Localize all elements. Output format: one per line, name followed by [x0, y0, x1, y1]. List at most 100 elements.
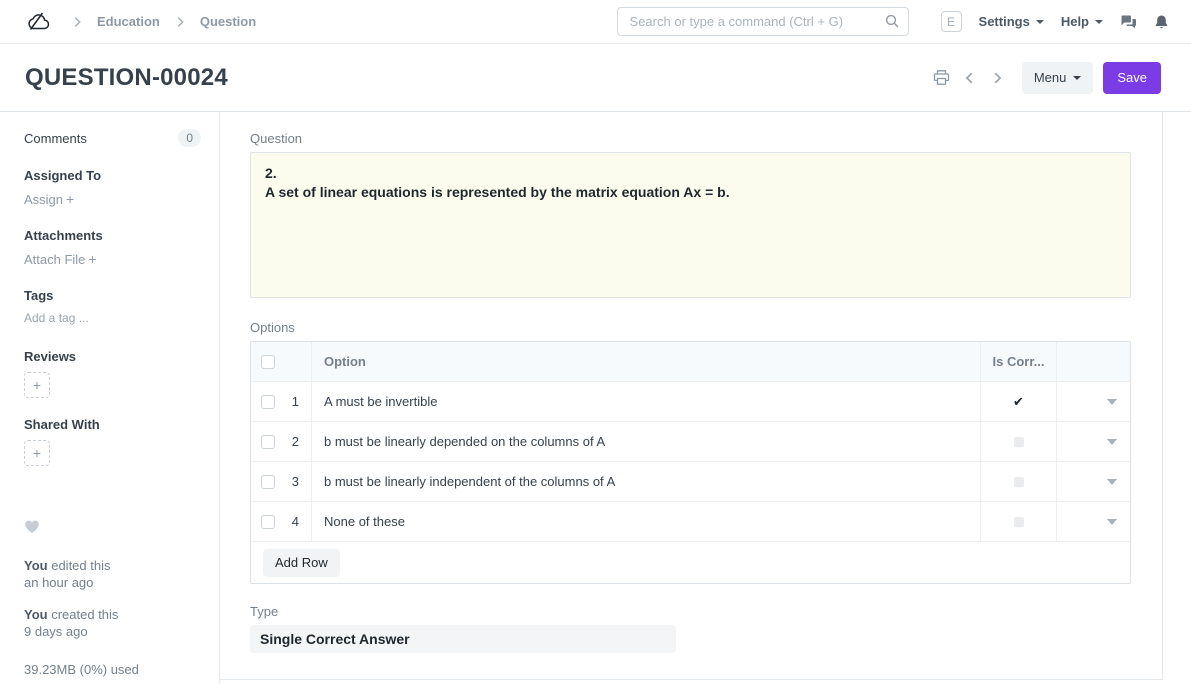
- add-row-button[interactable]: Add Row: [263, 548, 340, 577]
- is-correct-cell[interactable]: [981, 462, 1057, 501]
- add-review-button[interactable]: +: [24, 372, 50, 398]
- option-cell[interactable]: A must be invertible: [312, 382, 981, 421]
- row-checkbox[interactable]: [261, 514, 275, 529]
- menu-button[interactable]: Menu: [1021, 61, 1094, 94]
- chevron-down-icon: [1095, 19, 1103, 24]
- comments-label: Comments: [24, 130, 87, 146]
- timestamp: an hour ago: [24, 575, 94, 590]
- search-icon[interactable]: [884, 13, 900, 29]
- next-record-icon[interactable]: [990, 71, 1004, 85]
- chevron-down-icon: [1035, 19, 1044, 24]
- attach-file-label: Attach File: [24, 252, 86, 267]
- option-text: A must be invertible: [324, 394, 438, 409]
- row-checkbox[interactable]: [261, 434, 275, 449]
- row-dropdown-icon: [1107, 398, 1117, 405]
- row-actions-cell[interactable]: [1057, 382, 1130, 421]
- menu-button-label: Menu: [1033, 70, 1067, 85]
- row-checkbox[interactable]: [261, 474, 275, 489]
- app-logo-icon[interactable]: [26, 12, 52, 31]
- column-header-option: Option: [312, 342, 981, 381]
- assign-button[interactable]: Assign +: [24, 191, 201, 207]
- breadcrumb-question[interactable]: Question: [200, 14, 256, 29]
- tags-heading: Tags: [24, 288, 54, 303]
- plus-icon: +: [66, 191, 75, 207]
- is-correct-cell[interactable]: [981, 422, 1057, 461]
- chevron-down-icon: [1073, 75, 1082, 80]
- activity-created: You created this 9 days ago: [24, 606, 201, 640]
- assign-label: Assign: [24, 192, 64, 207]
- actor: You: [24, 607, 48, 622]
- form-main-section: Question 2. A set of linear equations is…: [220, 112, 1163, 680]
- is-correct-check-icon: [1013, 393, 1024, 411]
- row-checkbox[interactable]: [261, 394, 275, 409]
- sidebar-item-comments[interactable]: Comments 0: [24, 129, 201, 147]
- navbar-right: E Settings Help: [940, 11, 1169, 32]
- global-search: [616, 7, 909, 36]
- help-menu[interactable]: Help: [1061, 14, 1103, 29]
- reviews-heading: Reviews: [24, 349, 77, 364]
- row-dropdown-icon: [1107, 438, 1117, 445]
- page-title: QUESTION-00024: [25, 63, 228, 91]
- attach-file-button[interactable]: Attach File +: [24, 251, 201, 267]
- page-body: Comments 0 Assigned To Assign + Attachmen…: [0, 112, 1191, 684]
- option-text: None of these: [324, 514, 405, 529]
- like-heart-icon[interactable]: [24, 519, 201, 534]
- is-correct-check-icon: [1013, 476, 1024, 487]
- option-cell[interactable]: b must be linearly independent of the co…: [312, 462, 981, 501]
- column-header-is-correct: Is Corr...: [981, 342, 1057, 381]
- search-input[interactable]: [616, 7, 909, 36]
- question-line: A set of linear equations is represented…: [265, 184, 730, 200]
- comments-count-badge: 0: [178, 129, 201, 147]
- row-index[interactable]: 4: [292, 514, 311, 529]
- table-row: 2 b must be linearly depended on the col…: [251, 422, 1130, 462]
- add-tag-input[interactable]: Add a tag ...: [24, 311, 201, 325]
- row-dropdown-icon: [1107, 518, 1117, 525]
- is-correct-check-icon: [1013, 516, 1024, 527]
- prev-record-icon[interactable]: [963, 71, 977, 85]
- question-editor[interactable]: 2. A set of linear equations is represen…: [250, 152, 1131, 298]
- question-field-label: Question: [250, 131, 303, 146]
- row-index[interactable]: 3: [292, 474, 311, 489]
- assigned-to-heading: Assigned To: [24, 168, 102, 183]
- add-share-button[interactable]: +: [24, 440, 50, 466]
- is-correct-cell[interactable]: [981, 382, 1057, 421]
- settings-menu[interactable]: Settings: [979, 14, 1044, 29]
- row-index[interactable]: 2: [292, 434, 311, 449]
- print-icon[interactable]: [933, 69, 950, 86]
- storage-usage: 39.23MB (0%) used: [24, 662, 139, 677]
- notifications-bell-icon[interactable]: [1154, 14, 1169, 30]
- is-correct-check-icon: [1013, 436, 1024, 447]
- breadcrumb-education[interactable]: Education: [97, 14, 160, 29]
- option-cell[interactable]: b must be linearly depended on the colum…: [312, 422, 981, 461]
- settings-label: Settings: [978, 14, 1030, 29]
- row-actions-cell[interactable]: [1057, 502, 1130, 541]
- form-sidebar: Comments 0 Assigned To Assign + Attachmen…: [0, 112, 220, 684]
- is-correct-cell[interactable]: [981, 502, 1057, 541]
- select-all-checkbox[interactable]: [261, 354, 275, 369]
- options-field-label: Options: [250, 320, 295, 335]
- attachments-heading: Attachments: [24, 228, 103, 243]
- plus-icon: +: [88, 251, 97, 267]
- type-field-label: Type: [250, 604, 279, 619]
- timestamp: 9 days ago: [24, 624, 88, 639]
- breadcrumb-chevron-icon: [70, 15, 84, 29]
- options-table: Option Is Corr... 1 A must be invertible…: [250, 341, 1131, 584]
- table-footer: Add Row: [251, 542, 1130, 583]
- row-dropdown-icon: [1107, 478, 1117, 485]
- row-index[interactable]: 1: [292, 394, 311, 409]
- user-avatar[interactable]: E: [940, 11, 962, 32]
- help-label: Help: [1060, 14, 1089, 29]
- chat-icon[interactable]: [1120, 14, 1137, 30]
- activity-edited: You edited this an hour ago: [24, 557, 201, 591]
- option-text: b must be linearly depended on the colum…: [324, 434, 606, 449]
- page-actions: Menu Save: [933, 61, 1161, 94]
- option-cell[interactable]: None of these: [312, 502, 981, 541]
- row-actions-cell[interactable]: [1057, 422, 1130, 461]
- row-actions-cell[interactable]: [1057, 462, 1130, 501]
- action: edited this: [51, 558, 111, 573]
- save-button[interactable]: Save: [1103, 61, 1161, 94]
- table-row: 1 A must be invertible: [251, 382, 1130, 422]
- shared-with-heading: Shared With: [24, 417, 100, 432]
- table-row: 4 None of these: [251, 502, 1130, 542]
- table-header-row: Option Is Corr...: [251, 342, 1130, 382]
